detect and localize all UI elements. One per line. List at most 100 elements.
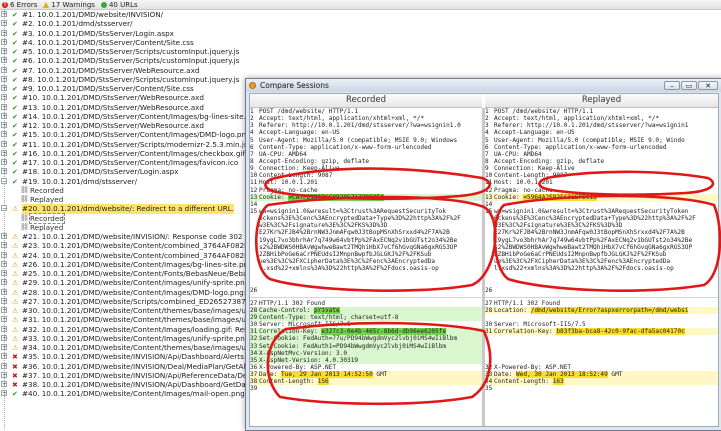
expand-icon[interactable]: + [1, 20, 7, 27]
line-text: HTTP/1.1 302 Found [259, 299, 326, 307]
diff-line: 8 Accept-Encoding: gzip, deflate [250, 158, 482, 165]
success-check-icon: ✔ [12, 66, 18, 75]
diff-line: 35 X-AspNet-Version: 4.0.30319 [250, 356, 482, 364]
line-text: Referer: http://10.0.1.201/dmd/stsserver… [259, 122, 461, 130]
expand-icon[interactable]: + [1, 344, 7, 351]
diff-line: 9 Connection: Keep-Alive [485, 165, 718, 172]
line-text: Connection: Keep-Alive [494, 165, 575, 173]
diff-line [485, 335, 718, 342]
line-number: 33 [485, 371, 493, 379]
expand-icon[interactable]: + [1, 307, 7, 314]
line-number: 33 [250, 342, 258, 350]
expand-icon[interactable]: + [1, 29, 7, 36]
toolbar-warnings[interactable]: 17 Warnings [43, 1, 95, 9]
expand-icon[interactable]: + [1, 260, 7, 267]
tree-row-label: #20. 10.0.1.201/dmd/website/: Redirect t… [22, 204, 235, 214]
line-text: E27Kr%2FJB4%2BrnNW3JnmAFqw0J3tBopMSnXhSr… [259, 229, 450, 237]
tree-row-label: #23. 10.0.1.201/DMD/website/Content/comb… [22, 241, 278, 251]
line-number: 31 [250, 328, 258, 336]
diff-line: E27Kr%2FJB4%2BrnNW3JnmAFqw0J3tBopMSnXhSr… [485, 229, 718, 236]
expand-icon[interactable]: + [1, 85, 7, 92]
expand-icon[interactable]: + [1, 242, 7, 249]
dialog-titlebar[interactable]: Compare Sessions – ▭ ✕ [246, 79, 721, 92]
line-number: 7 [250, 150, 254, 158]
tree-row[interactable]: + ✔ #1. 10.0.1.201/DMD/website/INVISION/ [0, 10, 721, 19]
line-text: w3E%3C%2Fsignature%3E%3C%2FKS%3D%3D [259, 222, 388, 230]
tree-row[interactable]: + ✔ #2. 10.0.1.201/dmd/stsserver/ [0, 19, 721, 28]
tree-row[interactable]: + ✔ #5. 10.0.1.201/DMD/StsServer/Scripts/c… [0, 47, 721, 56]
expand-icon[interactable]: + [1, 122, 7, 129]
expand-icon[interactable]: + [1, 103, 7, 110]
expand-icon[interactable]: + [1, 131, 7, 138]
diff-line [485, 294, 718, 298]
expand-icon[interactable]: + [1, 362, 7, 369]
expand-icon[interactable]: + [1, 57, 7, 64]
diff-line: w3E%3C%2Fsignature%3E%3C%2FKS%3D%3D [485, 222, 718, 229]
diff-highlight: 156 [317, 378, 329, 386]
expand-icon[interactable]: + [1, 168, 7, 175]
expand-icon[interactable]: + [1, 112, 7, 119]
expand-icon[interactable]: + [1, 48, 7, 55]
line-text: Host: 10.0.1.201 [494, 179, 553, 187]
expand-icon[interactable]: + [1, 38, 7, 45]
tree-row[interactable]: + ✔ #4. 10.0.1.201/DMD/StsServer/Content/S… [0, 38, 721, 47]
toolbar-errors[interactable]: ! 6 Errors [2, 1, 37, 9]
link-icon: ⛓ [20, 185, 29, 194]
collapse-icon[interactable]: − [1, 205, 7, 212]
expand-icon[interactable]: + [1, 353, 7, 360]
close-button[interactable]: ✕ [698, 81, 718, 90]
expand-icon[interactable]: + [1, 381, 7, 388]
diff-line: 12 Pragma: no-cache [250, 187, 482, 194]
diff-highlight: Tue, 29 Jan 2013 14:52:50 [281, 371, 373, 379]
expand-icon[interactable]: + [1, 94, 7, 101]
tree-row-label: Recorded [29, 212, 65, 224]
line-text: Set-Cookie: FedAuth=77u/PD94bWwgdmVyc2lv… [259, 335, 458, 343]
expand-icon[interactable]: + [1, 66, 7, 73]
success-check-icon: ✔ [12, 29, 18, 38]
diff-line [250, 272, 482, 279]
expand-icon[interactable]: + [1, 251, 7, 258]
line-number: 5 [250, 136, 254, 144]
expand-icon[interactable]: + [1, 279, 7, 286]
success-check-icon: ✔ [12, 11, 18, 19]
recorded-pane[interactable]: 1 POST /dmd/website/ HTTP/1.1 2 Accept: tex… [250, 108, 485, 426]
toolbar-urls[interactable]: 40 URLs [100, 1, 138, 9]
line-number: 3 [250, 122, 254, 130]
diff-line: 15 wa=wsignin1.0&wresult=%3Ctrust%3AReque… [250, 208, 482, 215]
expand-icon[interactable]: + [1, 334, 7, 341]
expand-icon[interactable]: + [1, 390, 7, 397]
line-number: 36 [250, 363, 258, 371]
tree-row-label: #18. 10.0.1.201/DMD/StsServer/Login.aspx [22, 167, 179, 177]
link-icon: ⛓ [20, 222, 29, 231]
diff-line: 9 Connection: Keep-Alive [250, 165, 482, 172]
expand-icon[interactable]: + [1, 325, 7, 332]
tree-row-label: #7. 10.0.1.201/DMD/StsServer/WebResource… [22, 65, 200, 75]
expand-icon[interactable]: + [1, 149, 7, 156]
expand-icon[interactable]: + [1, 297, 7, 304]
maximize-button[interactable]: ▭ [681, 81, 697, 90]
replayed-pane[interactable]: 1 POST /dmd/website/ HTTP/1.1 2 Accept: tex… [485, 108, 718, 426]
line-number: 6 [250, 143, 254, 151]
expand-icon[interactable]: + [1, 371, 7, 378]
expand-icon[interactable]: + [1, 316, 7, 323]
tree-row[interactable]: + ✔ #7. 10.0.1.201/DMD/StsServer/WebResour… [0, 66, 721, 75]
warnings-label: 17 Warnings [51, 0, 95, 9]
tree-row[interactable]: + ✔ #6. 10.0.1.201/DMD/StsServer/Scripts/c… [0, 56, 721, 65]
line-text: Correlation-Key: [494, 328, 557, 336]
minimize-button[interactable]: – [664, 81, 680, 90]
expand-icon[interactable]: + [1, 159, 7, 166]
expand-icon[interactable]: + [1, 140, 7, 147]
tree-row[interactable]: + ✔ #3. 10.0.1.201/DMD/StsServer/Login.asp… [0, 29, 721, 38]
expand-icon[interactable]: + [1, 288, 7, 295]
diff-line: 29 Content-Type: text/html; charset=utf-8 [250, 313, 482, 322]
expand-icon[interactable]: + [1, 233, 7, 240]
expand-icon[interactable]: + [1, 75, 7, 82]
line-number: 2 [250, 115, 254, 123]
diff-line: 6 Content-Type: application/x-www-form-ur… [250, 144, 482, 151]
line-number: 38 [250, 378, 258, 386]
expand-icon[interactable]: + [1, 11, 7, 18]
expand-icon[interactable]: + [1, 270, 7, 277]
collapse-icon[interactable]: − [1, 177, 7, 184]
diff-line: l.xsd%22+xmlns%3A%3D%22http%3A%2F%2Fdocs… [485, 265, 718, 272]
diff-line: 1 POST /dmd/website/ HTTP/1.1 [485, 108, 718, 115]
